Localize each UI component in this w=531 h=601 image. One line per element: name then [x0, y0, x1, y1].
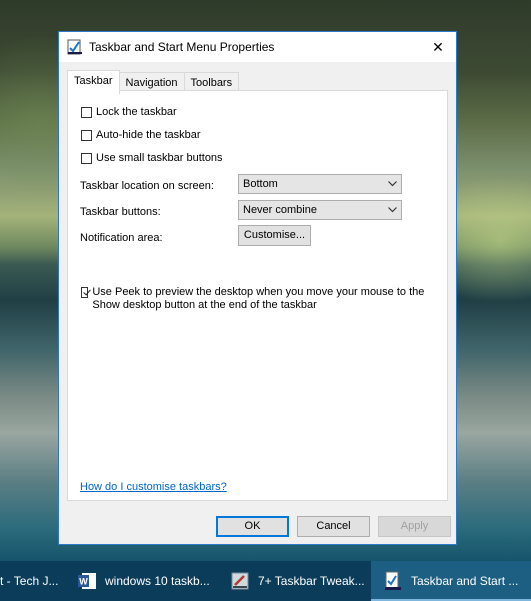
taskbar-item-properties[interactable]: Taskbar and Start ...	[371, 561, 531, 601]
taskbar-item-label: t - Tech J...	[0, 574, 59, 588]
taskbar-properties-icon	[67, 39, 83, 55]
taskbar-location-label: Taskbar location on screen:	[80, 180, 214, 192]
title-bar[interactable]: Taskbar and Start Menu Properties ✕	[59, 32, 456, 62]
taskbar-properties-icon	[381, 569, 405, 593]
taskbar-buttons-value: Never combine	[243, 204, 317, 216]
apply-button[interactable]: Apply	[378, 516, 451, 537]
help-link[interactable]: How do I customise taskbars?	[80, 481, 227, 493]
taskbar-item-word[interactable]: W windows 10 taskb...	[65, 561, 218, 601]
taskbar-location-value: Bottom	[243, 178, 278, 190]
small-buttons-label: Use small taskbar buttons	[96, 152, 223, 164]
taskbar-buttons-select[interactable]: Never combine	[238, 200, 402, 220]
taskbar-item-tweaker[interactable]: 7+ Taskbar Tweak...	[218, 561, 371, 601]
tab-taskbar[interactable]: Taskbar	[67, 70, 120, 94]
taskbar-item-label: windows 10 taskb...	[105, 574, 210, 588]
word-icon: W	[75, 569, 99, 593]
lock-taskbar-option[interactable]: Lock the taskbar	[81, 106, 177, 119]
close-icon: ✕	[432, 38, 444, 55]
small-buttons-option[interactable]: Use small taskbar buttons	[81, 152, 223, 165]
peek-checkbox[interactable]	[81, 287, 89, 298]
taskbar: t - Tech J... W windows 10 taskb... 7+ T…	[0, 561, 531, 601]
window-title: Taskbar and Start Menu Properties	[89, 40, 275, 54]
peek-label: Use Peek to preview the desktop when you…	[92, 286, 425, 311]
taskbar-location-select[interactable]: Bottom	[238, 174, 402, 194]
autohide-taskbar-label: Auto-hide the taskbar	[96, 129, 201, 141]
autohide-taskbar-option[interactable]: Auto-hide the taskbar	[81, 129, 201, 142]
svg-text:W: W	[79, 577, 88, 587]
cancel-button[interactable]: Cancel	[297, 516, 370, 537]
taskbar-item-label: 7+ Taskbar Tweak...	[258, 574, 365, 588]
close-button[interactable]: ✕	[420, 32, 456, 62]
peek-option[interactable]: Use Peek to preview the desktop when you…	[81, 286, 426, 312]
chevron-down-icon	[383, 201, 401, 219]
taskbar-properties-dialog: Taskbar and Start Menu Properties ✕ Task…	[58, 31, 457, 545]
notification-area-label: Notification area:	[80, 232, 163, 244]
taskbar-item-browser[interactable]: t - Tech J...	[0, 561, 65, 601]
taskbar-tab-panel: Lock the taskbar Auto-hide the taskbar U…	[67, 90, 448, 501]
ok-button[interactable]: OK	[216, 516, 289, 537]
customise-button[interactable]: Customise...	[238, 225, 311, 246]
lock-taskbar-checkbox[interactable]	[81, 107, 92, 118]
taskbar-tweaker-icon	[228, 569, 252, 593]
taskbar-item-label: Taskbar and Start ...	[411, 574, 519, 588]
tab-strip: Taskbar Navigation Toolbars	[67, 70, 240, 94]
chevron-down-icon	[383, 175, 401, 193]
lock-taskbar-label: Lock the taskbar	[96, 106, 177, 118]
autohide-taskbar-checkbox[interactable]	[81, 130, 92, 141]
small-buttons-checkbox[interactable]	[81, 153, 92, 164]
taskbar-buttons-label: Taskbar buttons:	[80, 206, 161, 218]
